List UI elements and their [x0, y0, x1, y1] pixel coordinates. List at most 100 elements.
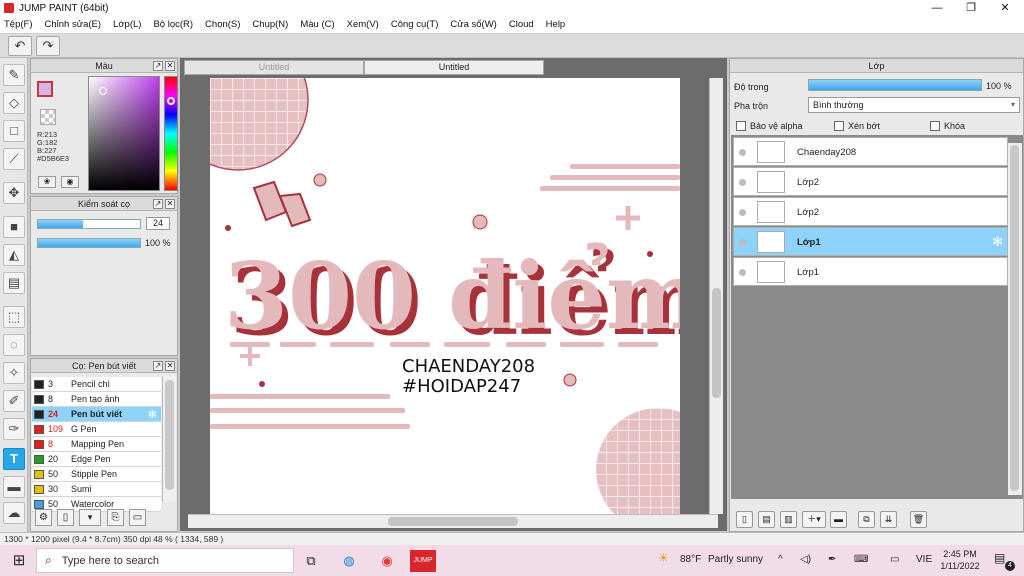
panel-close-icon[interactable]: ✕ [165, 199, 175, 209]
visibility-dot-icon[interactable] [739, 209, 746, 216]
canvas-vertical-scrollbar[interactable] [709, 78, 723, 514]
brush-item[interactable]: 3 Pencil chì [32, 377, 161, 392]
panel-close-icon[interactable]: ✕ [165, 61, 175, 71]
close-button[interactable]: ✕ [988, 0, 1022, 16]
layer-row[interactable]: Lớp2 [733, 167, 1008, 196]
layer-row[interactable]: Lớp2 [733, 197, 1008, 226]
rect-select-tool[interactable]: ⬚ [3, 306, 25, 328]
line-tool[interactable]: ⟋ [3, 148, 25, 170]
gear-icon[interactable]: ✻ [992, 234, 1003, 250]
move-tool[interactable]: ✥ [3, 182, 25, 204]
eyedropper-button[interactable]: ◉ [61, 176, 79, 188]
blend-mode-select[interactable]: Bình thường ▾ [808, 97, 1020, 113]
lock-checkbox[interactable] [930, 121, 940, 131]
brush-tool[interactable]: ✎ [3, 64, 25, 86]
brush-list-scroll-thumb[interactable] [165, 380, 174, 490]
visibility-dot-icon[interactable] [739, 239, 746, 246]
foreground-color-swatch[interactable] [37, 81, 53, 97]
gear-icon[interactable]: ✻ [148, 408, 157, 421]
horizontal-scroll-thumb[interactable] [388, 517, 518, 526]
layer-list-scrollbar[interactable] [1008, 143, 1022, 495]
canvas-horizontal-scrollbar[interactable] [188, 514, 718, 528]
shape-tool[interactable]: □ [3, 120, 25, 142]
tray-chevron-icon[interactable]: ^ [778, 554, 783, 565]
fill-rect-tool[interactable]: ■ [3, 216, 25, 238]
volume-icon[interactable]: ◁) [800, 554, 811, 565]
delete-layer-button[interactable]: 🗑 [910, 511, 927, 528]
visibility-dot-icon[interactable] [739, 149, 746, 156]
taskbar-search[interactable]: ⌕ Type here to search [36, 548, 294, 573]
add-layer-menu-button[interactable]: ＋▾ [802, 511, 826, 528]
brush-item[interactable]: 24 Pen bút viết ✻ [32, 407, 161, 422]
menu-help[interactable]: Help [546, 19, 566, 30]
select-eraser-tool[interactable]: ✑ [3, 418, 25, 440]
clip-checkbox[interactable] [834, 121, 844, 131]
restore-button[interactable]: ❐ [954, 0, 988, 16]
layer-row[interactable]: Lớp1 [733, 257, 1008, 286]
layer-row[interactable]: Chaenday208 [733, 137, 1008, 166]
duplicate-layer-button[interactable]: ⧉ [858, 511, 875, 528]
new-folder-button[interactable]: ▬ [830, 511, 847, 528]
menu-filter[interactable]: Bộ lọc(R) [153, 19, 193, 30]
magic-wand-tool[interactable]: ✧ [3, 362, 25, 384]
brush-folder-menu-button[interactable]: ▾ [79, 509, 101, 526]
menu-select[interactable]: Chọn(S) [205, 19, 240, 30]
vertical-scroll-thumb[interactable] [712, 288, 721, 398]
lasso-tool[interactable]: ◌ [3, 334, 25, 356]
menu-edit[interactable]: Chỉnh sửa(E) [45, 19, 102, 30]
saturation-value-picker[interactable] [88, 76, 160, 191]
weather-temp[interactable]: 88°F [680, 554, 701, 565]
hue-slider[interactable] [164, 76, 178, 191]
brush-size-slider[interactable] [37, 219, 141, 229]
new-text-layer-button[interactable]: ▥ [780, 511, 797, 528]
palette-button[interactable]: ❀ [38, 176, 56, 188]
menu-cloud[interactable]: Cloud [509, 19, 534, 30]
menu-file[interactable]: Tệp(F) [4, 19, 33, 30]
menu-color[interactable]: Màu (C) [300, 19, 334, 30]
visibility-dot-icon[interactable] [739, 179, 746, 186]
panel-float-icon[interactable]: ↗ [153, 61, 163, 71]
panel-float-icon[interactable]: ↗ [153, 361, 163, 371]
brush-item[interactable]: 20 Edge Pen [32, 452, 161, 467]
menu-view[interactable]: Xem(V) [347, 19, 379, 30]
brush-item[interactable]: 30 Sumi [32, 482, 161, 497]
display-icon[interactable]: ▭ [890, 554, 899, 565]
brush-item[interactable]: 8 Mapping Pen [32, 437, 161, 452]
copy-brush-button[interactable]: ⎘ [107, 509, 124, 526]
jump-paint-app[interactable]: JUMP [410, 550, 436, 572]
menu-window[interactable]: Cửa sổ(W) [450, 19, 496, 30]
brush-item[interactable]: 109 G Pen [32, 422, 161, 437]
pen-icon[interactable]: ✒ [828, 554, 836, 565]
gradient-tool[interactable]: ▤ [3, 272, 25, 294]
weather-desc[interactable]: Partly sunny [708, 554, 763, 565]
protect-alpha-checkbox[interactable] [736, 121, 746, 131]
task-view-button[interactable]: ⧉ [300, 550, 322, 572]
start-button[interactable]: ⊞ [8, 550, 30, 572]
layer-scroll-thumb[interactable] [1010, 145, 1019, 491]
drawing-canvas[interactable]: 300 điểm 300 điểm CHAENDAY208 #HOIDAP247 [210, 78, 680, 514]
brush-list-scrollbar[interactable] [162, 376, 176, 502]
tab-untitled-1[interactable]: Untitled [184, 60, 364, 75]
transparent-swatch[interactable] [40, 109, 56, 125]
layer-opacity-slider[interactable] [808, 79, 982, 91]
eraser-tool[interactable]: ◇ [3, 92, 25, 114]
text-tool[interactable]: T [3, 448, 25, 470]
brush-folder-button[interactable]: ▭ [129, 509, 146, 526]
cloud-tool[interactable]: ☁ [3, 502, 25, 524]
brush-size-input[interactable]: 24 [146, 217, 170, 230]
layer-row[interactable]: Lớp1 ✻ [733, 227, 1008, 256]
redo-button[interactable]: ↷ [36, 36, 60, 56]
clock[interactable]: 2:45 PM 1/11/2022 [940, 548, 980, 572]
visibility-dot-icon[interactable] [739, 269, 746, 276]
new-layer-button[interactable]: ▯ [736, 511, 753, 528]
notification-icon[interactable]: ▤ [994, 551, 1005, 565]
bucket-tool[interactable]: ◭ [3, 244, 25, 266]
panel-float-icon[interactable]: ↗ [153, 199, 163, 209]
chrome-app[interactable]: ◉ [376, 550, 398, 572]
brush-item[interactable]: 50 Stipple Pen [32, 467, 161, 482]
brush-item[interactable]: 8 Pen tạo ảnh [32, 392, 161, 407]
undo-button[interactable]: ↶ [8, 36, 32, 56]
panel-close-icon[interactable]: ✕ [165, 361, 175, 371]
select-pen-tool[interactable]: ✐ [3, 390, 25, 412]
sv-cursor[interactable] [99, 87, 107, 95]
